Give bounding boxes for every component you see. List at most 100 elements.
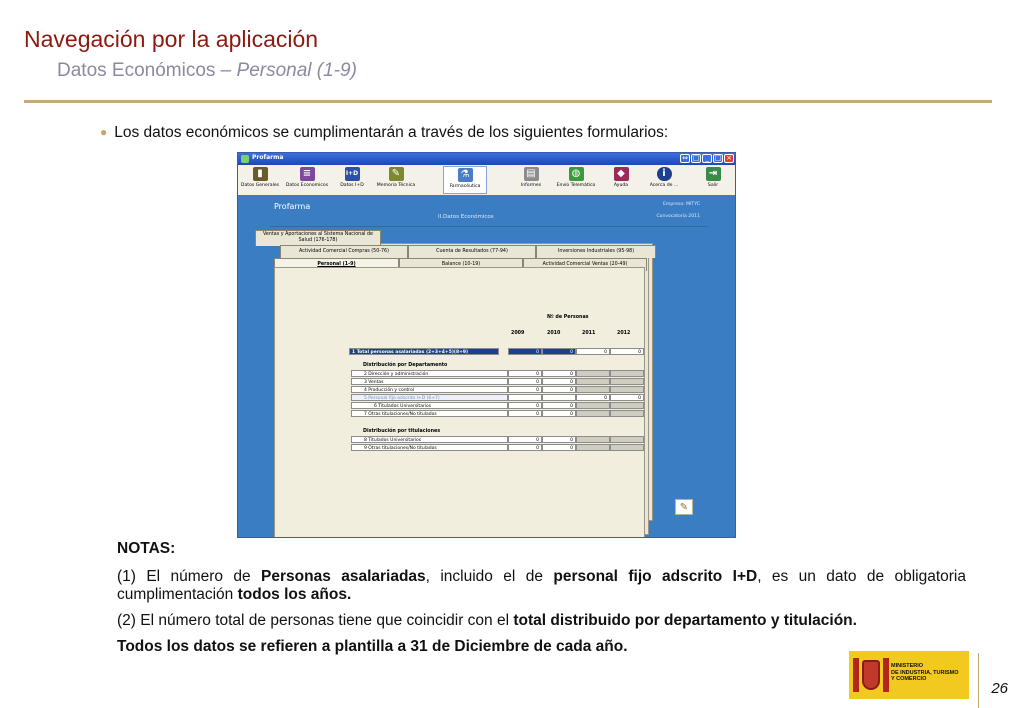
cell-input[interactable]: 0: [542, 386, 576, 393]
cell-disabled: [610, 370, 644, 377]
toolbar-label: Ayuda: [613, 183, 629, 188]
table-row: 5 Personal fijo adscrito I+D (6+7) 0 0: [351, 394, 644, 401]
app-toolbar: ▮ Datos Generales ≡ Datos Economicos I+D Da…: [238, 165, 735, 196]
notes-tool-icon[interactable]: ✎: [675, 499, 693, 515]
toolbar-datos-id[interactable]: I+D Datos I+D: [334, 166, 370, 194]
year-header-2011: 2011: [582, 331, 596, 336]
logo-line-2: DE INDUSTRIA, TURISMO: [891, 669, 959, 676]
bullet-item: ● Los datos económicos se cumplimentarán …: [100, 124, 668, 142]
pencil-icon: ✎: [388, 167, 404, 181]
toolbar-memoria-tecnica[interactable]: ✎ Memoria Técnica: [374, 166, 418, 194]
exit-icon: ⇥: [705, 167, 721, 181]
tab-ventas-aportaciones[interactable]: Ventas y Aportaciones al Sistema Naciona…: [255, 230, 381, 246]
cell-disabled: [610, 436, 644, 443]
window-size-button[interactable]: □: [713, 154, 723, 163]
cell-input[interactable]: 0: [508, 378, 542, 385]
row-label: 4 Producción y control: [351, 386, 508, 393]
toolbar-label: Memoria Técnica: [376, 183, 416, 188]
tab-actividad-compras[interactable]: Actividad Comercial Compras (50-76): [280, 245, 408, 258]
cell-input[interactable]: 0: [610, 394, 644, 401]
cell-input[interactable]: 0: [542, 378, 576, 385]
cell-input[interactable]: 0: [508, 370, 542, 377]
window-titlebar: Profarma ⇔ □ _ □ ×: [238, 153, 735, 165]
globe-icon: ◍: [568, 167, 584, 181]
rd-icon: I+D: [344, 167, 360, 181]
cell-disabled: [610, 444, 644, 451]
toolbar-ayuda[interactable]: ◆ Ayuda: [603, 166, 639, 194]
cell-disabled: [576, 410, 610, 417]
toolbar-salir[interactable]: ⇥ Salir: [698, 166, 728, 194]
cell-input[interactable]: 0: [542, 402, 576, 409]
tab-cuenta-resultados[interactable]: Cuenta de Resultados (77-94): [408, 245, 536, 258]
cell-input[interactable]: 0: [576, 394, 610, 401]
row-label: 3 Ventas: [351, 378, 508, 385]
ledger-icon: ≡: [299, 167, 315, 181]
table-row: 6 Titulados Universitarios 0 0: [351, 402, 644, 409]
banner-app-name: Profarma: [274, 202, 311, 211]
cell-input[interactable]: 0: [508, 436, 542, 443]
row-label: 5 Personal fijo adscrito I+D (6+7): [351, 394, 508, 401]
logo-text: MINISTERIO DE INDUSTRIA, TURISMO Y COMER…: [891, 663, 959, 683]
cell-input[interactable]: [508, 394, 542, 401]
cell-disabled: [610, 386, 644, 393]
window-maximize-button[interactable]: □: [691, 154, 701, 163]
report-icon: ▤: [523, 167, 539, 181]
cell-disabled: [576, 436, 610, 443]
table-row: 8 Titulados Universitarios 0 0: [351, 436, 644, 443]
cell-input[interactable]: 0: [542, 436, 576, 443]
help-book-icon: ◆: [613, 167, 629, 181]
app-window: Profarma ⇔ □ _ □ × ▮ Datos Generales ≡ Dat…: [237, 152, 736, 538]
toolbar-informes[interactable]: ▤ Informes: [513, 166, 549, 194]
note-3: Todos los datos se refieren a plantilla …: [117, 638, 966, 656]
banner-section: II.Datos Económicos: [438, 214, 494, 220]
toolbar-datos-economicos[interactable]: ≡ Datos Economicos: [283, 166, 331, 194]
cell-input[interactable]: 0: [508, 348, 542, 355]
bullet-dot-icon: ●: [100, 125, 108, 139]
cell-input[interactable]: 0: [508, 386, 542, 393]
note-1-part-b: Personas asalariadas: [261, 568, 426, 585]
toolbar-label: Salir: [707, 183, 719, 188]
cell-input[interactable]: 0: [508, 444, 542, 451]
note-2: (2) El número total de personas tiene qu…: [117, 612, 966, 630]
cell-input[interactable]: 0: [542, 444, 576, 451]
bullet-text: Los datos económicos se cumplimentarán a…: [114, 124, 669, 141]
window-close-button[interactable]: ×: [724, 154, 734, 163]
logo-line-1: MINISTERIO: [891, 663, 924, 669]
toolbar-farmaceutica[interactable]: ⚗ Farmacéutica: [443, 166, 487, 194]
table-row: 9 Otras titulaciones/No titulados 0 0: [351, 444, 644, 451]
window-minimize-button[interactable]: _: [702, 154, 712, 163]
cell-input[interactable]: 0: [508, 410, 542, 417]
toolbar-label: Datos Generales: [240, 183, 280, 188]
table-row: 2 Dirección y administración 0 0: [351, 370, 644, 377]
toolbar-envio-telematico[interactable]: ◍ Envío Telemático: [554, 166, 598, 194]
table-group-header: Nº de Personas: [547, 315, 589, 320]
toolbar-datos-generales[interactable]: ▮ Datos Generales: [238, 166, 282, 194]
row-label: 6 Titulados Universitarios: [351, 402, 508, 409]
cell-input[interactable]: 0: [610, 348, 644, 355]
toolbar-acerca-de[interactable]: i Acerca de ...: [642, 166, 686, 194]
slide-subtitle: Datos Económicos – Personal (1-9): [57, 60, 357, 82]
page-number: 26: [991, 680, 1008, 697]
tab-inversiones-industriales[interactable]: Inversiones Industriales (95-98): [536, 245, 656, 258]
row-label: 8 Titulados Universitarios: [351, 436, 508, 443]
cell-disabled: [610, 378, 644, 385]
subtitle-prefix: Datos Económicos –: [57, 60, 237, 81]
cell-input[interactable]: 0: [576, 348, 610, 355]
toolbar-label: Datos I+D: [340, 183, 364, 188]
row-label: 7 Otras titulaciones/No titulados: [351, 410, 508, 417]
cell-input[interactable]: 0: [542, 370, 576, 377]
cell-input[interactable]: 0: [542, 410, 576, 417]
window-restore-button[interactable]: ⇔: [680, 154, 690, 163]
cell-input[interactable]: 0: [542, 348, 576, 355]
toolbar-label: Acerca de ...: [649, 183, 679, 188]
app-icon: [241, 155, 249, 163]
cell-input[interactable]: [542, 394, 576, 401]
cell-input[interactable]: 0: [508, 402, 542, 409]
row-label: 9 Otras titulaciones/No titulados: [351, 444, 508, 451]
window-title: Profarma: [252, 154, 284, 161]
row-label: 1 Total personas asalariadas (2+3+4+5)(8…: [349, 348, 499, 355]
table-row: 7 Otras titulaciones/No titulados 0 0: [351, 410, 644, 417]
pharma-icon: ⚗: [457, 168, 473, 182]
notes-heading: NOTAS:: [117, 540, 176, 557]
personal-form-panel: Nº de Personas 2009 2010 2011 2012 1 Tot…: [274, 267, 645, 537]
